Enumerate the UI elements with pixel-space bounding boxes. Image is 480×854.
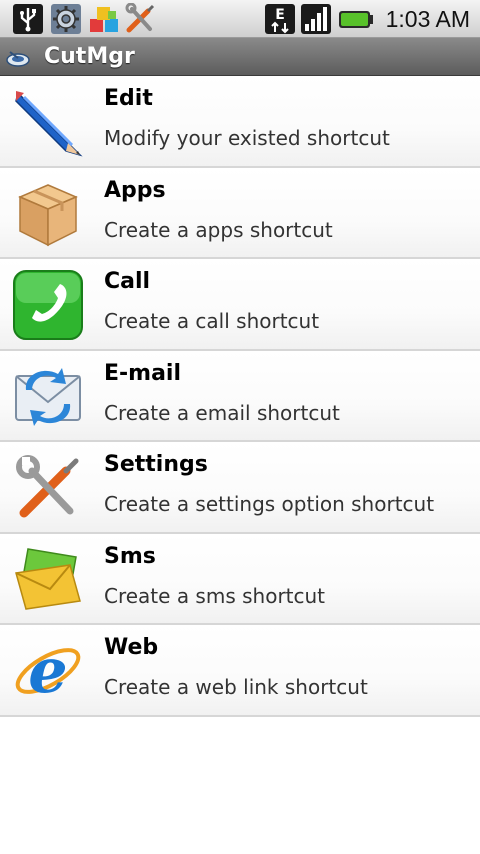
list-item-description: Create a apps shortcut — [104, 217, 333, 242]
list-item-description: Create a settings option shortcut — [104, 492, 435, 516]
list-item-title: E-mail — [104, 360, 182, 386]
list-item-title: Settings — [104, 452, 208, 477]
list-item-settings[interactable]: Settings Create a settings option shortc… — [0, 442, 480, 534]
list-item-description: Create a call shortcut — [104, 309, 320, 333]
signal-bars-icon — [301, 4, 331, 34]
status-bar: E 1:03 AM — [0, 0, 480, 38]
list-item-title: Call — [104, 269, 151, 294]
shortcut-menu-list: Edit Modify your existed shortcut Apps C… — [0, 76, 480, 717]
list-item-email[interactable]: E-mail Create a email shortcut — [0, 350, 480, 442]
list-item-title: Apps — [104, 177, 166, 203]
list-item-apps[interactable]: Apps Create a apps shortcut — [0, 167, 480, 259]
battery-icon — [339, 11, 373, 28]
list-item-edit[interactable]: Edit Modify your existed shortcut — [0, 76, 480, 168]
browser-e-icon: e — [15, 634, 81, 707]
cutmgr-app-icon — [6, 51, 30, 67]
usb-icon — [13, 4, 43, 34]
list-item-description: Create a email shortcut — [104, 400, 340, 425]
list-item-description: Create a sms shortcut — [104, 583, 326, 608]
apps-blocks-icon — [90, 7, 118, 32]
phone-icon — [13, 270, 83, 340]
list-item-web[interactable]: e Web Create a web link shortcut — [0, 625, 480, 717]
clock-time: 1:03 AM — [385, 6, 470, 32]
network-type-label: E — [275, 7, 285, 23]
tools-icon — [125, 3, 155, 33]
email-sync-icon — [15, 367, 81, 426]
list-item-call[interactable]: Call Create a call shortcut — [0, 259, 480, 351]
edge-signal-icon: E — [265, 4, 295, 34]
list-item-sms[interactable]: Sms Create a sms shortcut — [0, 533, 480, 625]
settings-gear-icon — [51, 4, 81, 34]
pencil-icon — [15, 91, 83, 157]
svg-text:e: e — [28, 634, 67, 707]
list-item-description: Create a web link shortcut — [104, 675, 368, 699]
list-item-title: Edit — [104, 86, 153, 111]
list-item-description: Modify your existed shortcut — [104, 126, 390, 150]
wrench-screwdriver-icon — [16, 455, 79, 518]
package-box-icon — [18, 183, 78, 246]
envelope-icon — [15, 547, 81, 610]
list-item-title: Sms — [104, 543, 156, 569]
app-title: CutMgr — [44, 44, 135, 69]
list-item-title: Web — [104, 635, 159, 660]
app-title-bar: CutMgr — [0, 38, 480, 76]
